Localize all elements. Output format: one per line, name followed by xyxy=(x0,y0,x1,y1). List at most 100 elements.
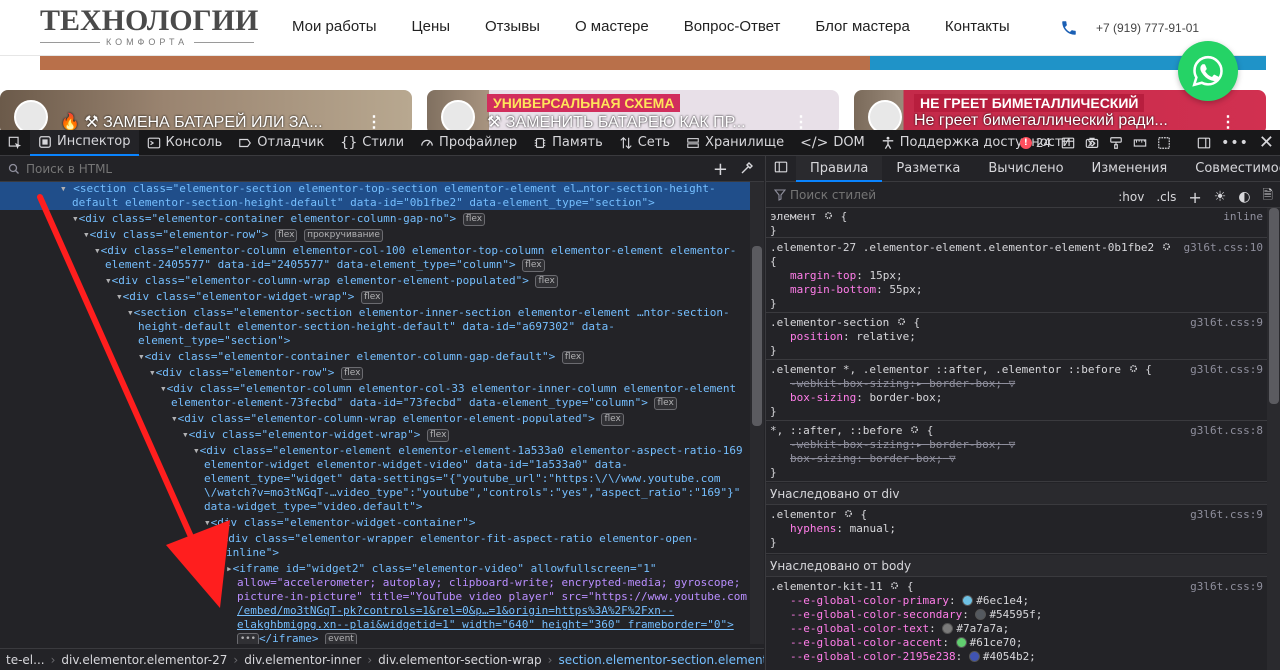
css-property[interactable]: -webkit-box-sizing xyxy=(790,438,909,451)
css-value[interactable]: 55px; xyxy=(889,283,922,296)
color-swatch[interactable] xyxy=(955,637,967,648)
tree-node-cont[interactable]: \/watch?v=mo3tNGqT-…video_type":"youtube… xyxy=(204,486,740,500)
filter-icon[interactable]: ▽ xyxy=(949,452,956,465)
css-property[interactable]: --e-global-color-primary xyxy=(790,594,949,607)
css-value[interactable]: border-box; xyxy=(929,438,1002,451)
flex-badge[interactable]: flex xyxy=(275,229,298,242)
css-property[interactable]: -webkit-box-sizing xyxy=(790,377,909,390)
more-options-icon[interactable]: ⋮ xyxy=(793,112,809,130)
tree-node[interactable]: ▸<iframe id="widget2" class="elementor-v… xyxy=(226,562,656,576)
rule-source[interactable]: g3l6t.css:9 xyxy=(1190,363,1263,377)
rule-source[interactable]: g3l6t.css:9 xyxy=(1190,508,1263,522)
breadcrumb-item[interactable]: div.elementor-inner xyxy=(238,653,367,667)
html-search-input[interactable] xyxy=(26,161,626,176)
tree-node-cont[interactable]: element_type="section"> xyxy=(138,334,290,348)
breadcrumb-item-current[interactable]: section.elementor-section.elementor-top-… xyxy=(552,653,764,667)
tree-node[interactable]: ▾<div class="elementor-widget-container"… xyxy=(204,516,476,530)
video-card[interactable]: УНИВЕРСАЛЬНАЯ СХЕМА ⚒ ЗАМЕНИТЬ БАТАРЕЮ К… xyxy=(427,90,839,130)
tab-changes[interactable]: Изменения xyxy=(1078,156,1182,182)
flex-badge[interactable]: flex xyxy=(654,397,677,410)
eyedropper-icon[interactable] xyxy=(740,161,754,175)
rule-block[interactable]: .elementor-27 .elementor-element.element… xyxy=(766,239,1267,313)
filter-icon[interactable]: ▽ xyxy=(1009,438,1016,451)
tree-node[interactable]: ▾<div class="elementor-column-wrap eleme… xyxy=(171,412,624,426)
css-property[interactable]: --e-global-color-secondary xyxy=(790,608,962,621)
close-icon[interactable]: ✕ xyxy=(1259,134,1274,152)
breadcrumb-item[interactable]: div.elementor.elementor-27 xyxy=(55,653,233,667)
gear-icon[interactable] xyxy=(843,508,854,519)
css-value[interactable]: border-box; xyxy=(869,391,942,404)
flex-badge[interactable]: flex xyxy=(341,367,364,380)
gear-icon[interactable] xyxy=(1128,363,1139,374)
tab-layout[interactable]: Разметка xyxy=(882,156,974,182)
css-property[interactable]: --e-global-color-text xyxy=(790,622,929,635)
tree-node-cont[interactable]: data-widget_type="video.default"> xyxy=(204,500,423,514)
nav-reviews[interactable]: Отзывы xyxy=(485,18,540,35)
tree-node[interactable]: ▾<div class="elementor-column elementor-… xyxy=(94,244,736,258)
split-console-icon[interactable] xyxy=(1061,136,1075,150)
tree-node[interactable]: ▾<div class="elementor-wrapper elementor… xyxy=(215,532,698,546)
rule-source[interactable]: g3l6t.css:8 xyxy=(1190,424,1263,438)
node-text[interactable]: elakghbmigpg.xn--plai&widgetid=1" width=… xyxy=(237,618,734,631)
tree-node-cont[interactable]: element_type="widget" data-settings="{"y… xyxy=(204,472,721,486)
css-value[interactable]: manual; xyxy=(850,522,896,535)
tree-node-cont[interactable]: picture-in-picture" title="YouTube video… xyxy=(237,590,747,604)
tree-node[interactable]: ▾<div class="elementor-widget-wrap"> fle… xyxy=(116,290,384,304)
element-picker-button[interactable] xyxy=(0,130,30,156)
flex-badge[interactable]: flex xyxy=(427,429,450,442)
dock-side-icon[interactable] xyxy=(1197,136,1211,150)
tree-node[interactable]: ▾<div class="elementor-widget-wrap"> fle… xyxy=(182,428,450,442)
site-logo[interactable]: ТЕХНОЛОГИИ КОМФОРТА xyxy=(40,6,258,47)
tab-network[interactable]: Сеть xyxy=(611,130,678,156)
color-swatch[interactable] xyxy=(962,595,974,606)
css-property[interactable]: --e-global-color-accent xyxy=(790,636,942,649)
css-property[interactable]: position xyxy=(790,330,843,343)
rules-scrollbar[interactable] xyxy=(1267,208,1280,670)
tree-node-cont[interactable]: elementor-element-73fecbd" data-id="73fe… xyxy=(171,396,677,410)
gear-icon[interactable] xyxy=(823,210,834,221)
tree-node[interactable]: ▾<div class="elementor-element elementor… xyxy=(193,444,743,458)
tree-node-cont[interactable]: elakghbmigpg.xn--plai&widgetid=1" width=… xyxy=(237,618,734,632)
flex-badge[interactable]: flex xyxy=(462,213,486,226)
tree-node[interactable]: ▾<section class="elementor-section eleme… xyxy=(127,306,730,320)
tab-profiler[interactable]: Профайлер xyxy=(412,130,525,156)
css-value[interactable]: relative; xyxy=(856,330,916,343)
flex-badge[interactable]: flex xyxy=(535,275,558,288)
color-swatch[interactable] xyxy=(942,623,954,634)
rule-block[interactable]: .elementor-section { position: relative;… xyxy=(766,314,1267,360)
tab-memory[interactable]: Память xyxy=(525,130,611,156)
video-card[interactable]: 🔥 ⚒ ЗАМЕНА БАТАРЕЙ ИЛИ ЗА... ⋮ xyxy=(0,90,412,130)
whatsapp-button[interactable] xyxy=(1178,41,1238,101)
flex-badge[interactable]: flex xyxy=(561,351,585,364)
tab-console[interactable]: Консоль xyxy=(139,130,231,156)
tree-node-selected-cont[interactable]: default elementor-section-height-default… xyxy=(0,196,750,210)
tab-compatibility[interactable]: Совместимость xyxy=(1181,156,1280,182)
gear-icon[interactable] xyxy=(909,424,920,435)
css-property[interactable]: margin-bottom xyxy=(790,283,876,296)
flex-badge[interactable]: flex xyxy=(522,259,545,272)
toggle-sidebar-icon[interactable] xyxy=(766,160,796,178)
breadcrumb-item[interactable]: div.elementor-section-wrap xyxy=(372,653,548,667)
event-badge[interactable]: event xyxy=(325,633,357,644)
nav-contacts[interactable]: Контакты xyxy=(945,18,1010,35)
rule-block[interactable]: .elementor *, .elementor ::after, .eleme… xyxy=(766,361,1267,421)
nav-my-works[interactable]: Мои работы xyxy=(292,18,377,35)
rule-source[interactable]: g3l6t.css:10 xyxy=(1184,241,1263,255)
tree-node-cont[interactable]: inline"> xyxy=(226,546,279,560)
tree-node-cont[interactable]: element-2405577" data-id="2405577" data-… xyxy=(105,258,545,272)
tab-inspector[interactable]: Инспектор xyxy=(30,129,139,156)
css-property[interactable]: box-sizing xyxy=(790,391,856,404)
tree-node-cont[interactable]: elementor-widget elementor-widget-video"… xyxy=(204,458,628,472)
flex-badge[interactable]: flex xyxy=(601,413,624,426)
scrollbar-thumb[interactable] xyxy=(1269,208,1279,404)
light-theme-icon[interactable]: ☀ xyxy=(1214,189,1227,205)
more-options-icon[interactable]: ⋮ xyxy=(366,112,382,130)
css-value[interactable]: border-box; xyxy=(869,452,942,465)
cls-toggle[interactable]: .cls xyxy=(1156,190,1176,204)
tab-dom[interactable]: </> DOM xyxy=(792,130,873,156)
phone-contact[interactable]: +7 (919) 777-91-01 xyxy=(1060,19,1199,37)
tab-style-editor[interactable]: {} Стили xyxy=(332,130,412,156)
rule-source[interactable]: g3l6t.css:9 xyxy=(1190,580,1263,594)
css-value[interactable]: border-box; xyxy=(929,377,1002,390)
markup-tree[interactable]: ▾ <section class="elementor-section elem… xyxy=(0,182,750,644)
